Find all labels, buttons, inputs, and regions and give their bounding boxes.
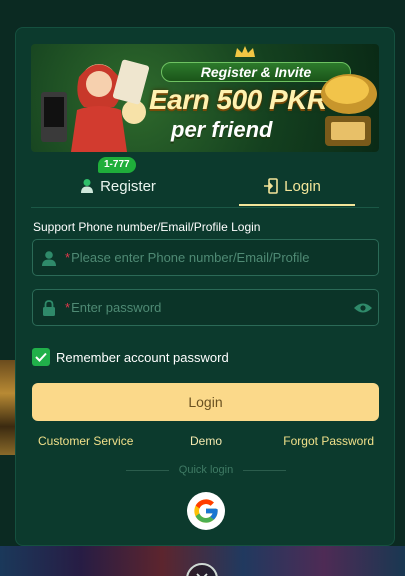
banner-earn-amount: Earn 500 PKR [149, 84, 327, 115]
phone-email-input[interactable] [71, 250, 378, 265]
tab-divider [31, 207, 379, 208]
login-modal: Register & Invite Earn 500 PKR per frien… [15, 27, 395, 546]
divider-line [243, 469, 287, 471]
remember-label: Remember account password [56, 349, 229, 365]
auth-tabs: Register Login [31, 164, 379, 208]
login-button[interactable]: Login [32, 383, 379, 421]
phone-email-field[interactable]: * [32, 239, 379, 276]
quick-login-label: Quick login [178, 464, 234, 476]
tab-register-label: Register [100, 177, 156, 195]
password-input[interactable] [71, 300, 348, 315]
register-promo-badge: 1-777 [98, 157, 136, 173]
quick-login-divider: Quick login [126, 463, 287, 477]
eye-icon[interactable] [348, 289, 378, 326]
divider-line [126, 469, 169, 471]
google-icon [194, 499, 218, 523]
customer-service-link[interactable]: Customer Service [38, 434, 133, 448]
user-icon [33, 239, 65, 276]
promo-banner[interactable]: Register & Invite Earn 500 PKR per frien… [31, 44, 379, 152]
demo-link[interactable]: Demo [190, 434, 222, 448]
lock-icon [33, 289, 65, 326]
gold-coins-illustration [321, 74, 377, 146]
banner-per-friend: per friend [171, 117, 273, 142]
forgot-password-link[interactable]: Forgot Password [283, 434, 374, 448]
mascot-illustration [41, 59, 149, 152]
remember-password-row[interactable]: Remember account password [32, 348, 229, 366]
user-icon [81, 179, 94, 193]
remember-checkbox[interactable] [32, 348, 50, 366]
footer-links: Customer Service Demo Forgot Password [38, 434, 374, 450]
required-mark: * [65, 300, 71, 315]
crown-icon [235, 46, 255, 57]
password-field[interactable]: * [32, 289, 379, 326]
check-icon [35, 352, 47, 362]
tab-login[interactable]: Login [205, 164, 379, 208]
login-door-icon [264, 178, 278, 194]
required-mark: * [65, 250, 71, 265]
google-login-button[interactable] [187, 492, 225, 530]
tab-login-label: Login [284, 177, 321, 195]
support-login-text: Support Phone number/Email/Profile Login [33, 220, 261, 234]
